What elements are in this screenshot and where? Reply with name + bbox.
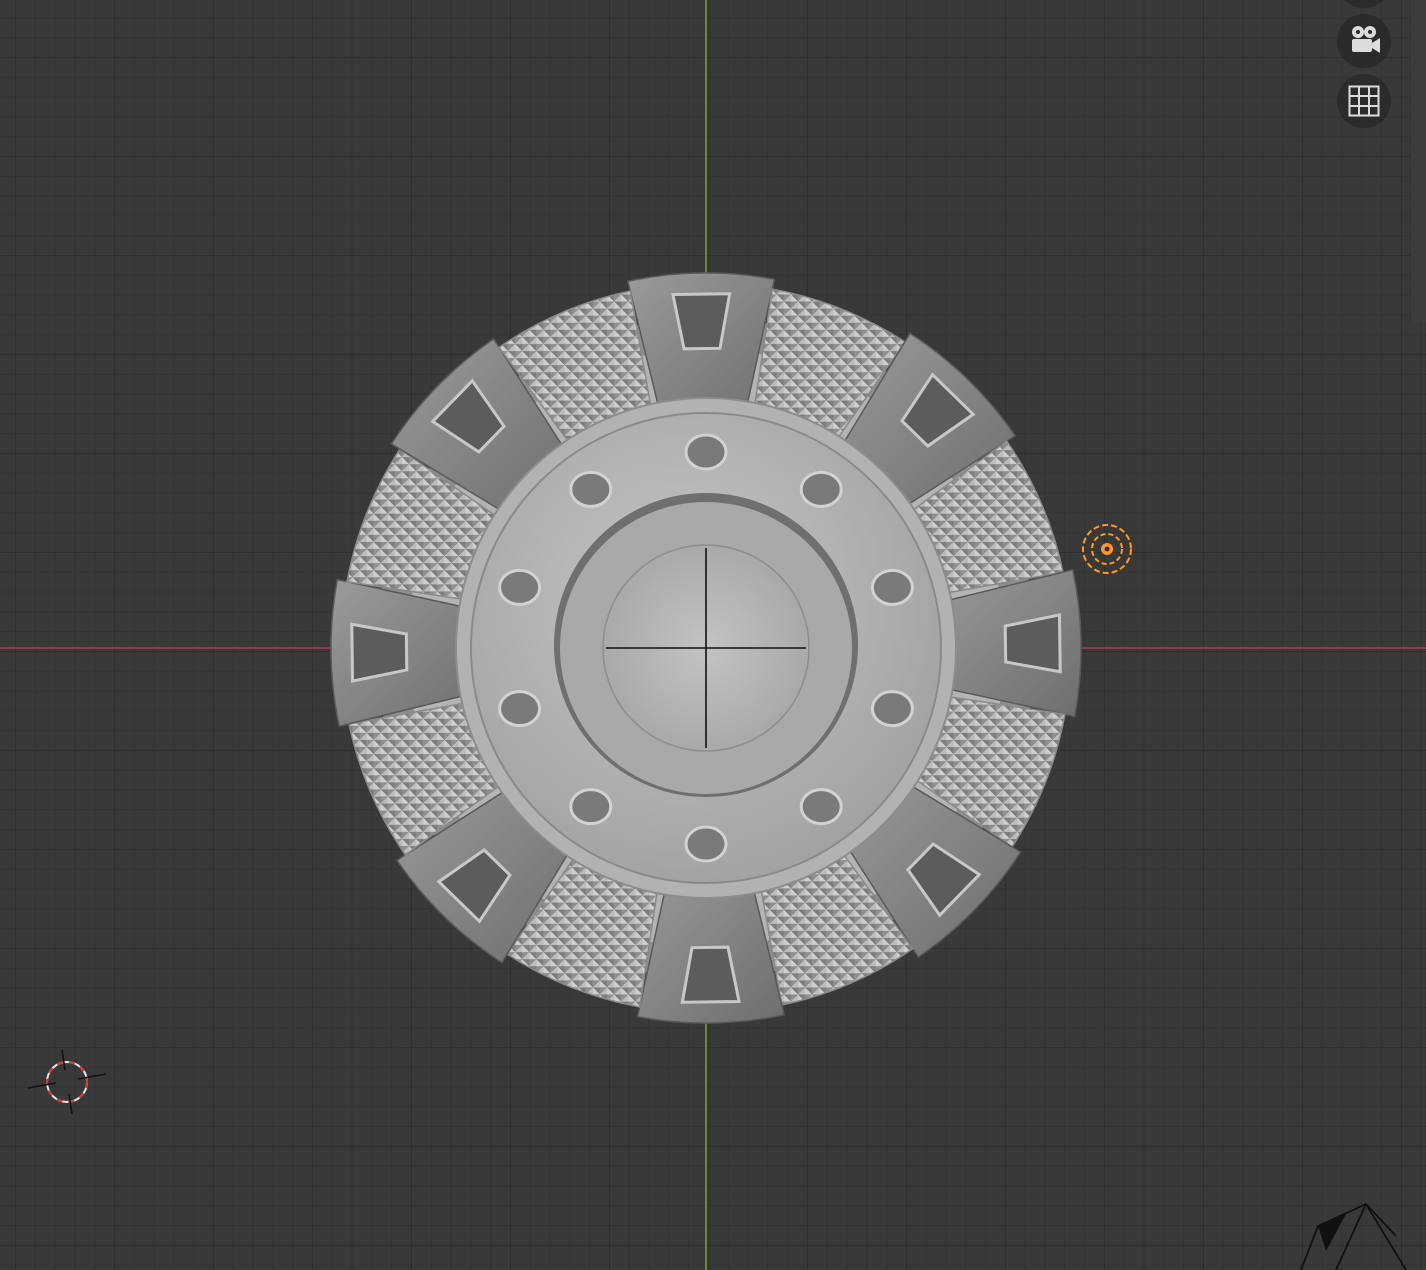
- gear-wheel-mesh[interactable]: [0, 0, 1426, 1270]
- bolt-hole: [498, 568, 542, 606]
- bolt-hole: [569, 788, 613, 826]
- 3d-cursor-icon[interactable]: [26, 1048, 110, 1118]
- tread-block-recess: [671, 292, 732, 351]
- camera-object-icon[interactable]: [1296, 1196, 1426, 1270]
- bolt-hole: [799, 470, 843, 508]
- bolt-hole: [498, 690, 542, 728]
- viewport-scrollbar[interactable]: [1410, 0, 1426, 322]
- orthographic-grid-icon: [1348, 85, 1380, 117]
- camera-view-button[interactable]: [1337, 14, 1391, 68]
- bolt-hole: [569, 470, 613, 508]
- orthographic-toggle-button[interactable]: [1337, 74, 1391, 128]
- bolt-hole: [684, 433, 728, 471]
- tread-block-recess: [680, 945, 741, 1004]
- bolt-hole: [870, 690, 914, 728]
- tread-block-recess: [1003, 613, 1062, 674]
- bolt-hole: [870, 568, 914, 606]
- bolt-hole: [684, 825, 728, 863]
- point-light-icon[interactable]: [1080, 522, 1134, 576]
- camera-view-icon: [1352, 26, 1380, 53]
- 3d-viewport[interactable]: [0, 0, 1426, 1270]
- bolt-hole: [799, 788, 843, 826]
- tread-block-recess: [350, 622, 409, 683]
